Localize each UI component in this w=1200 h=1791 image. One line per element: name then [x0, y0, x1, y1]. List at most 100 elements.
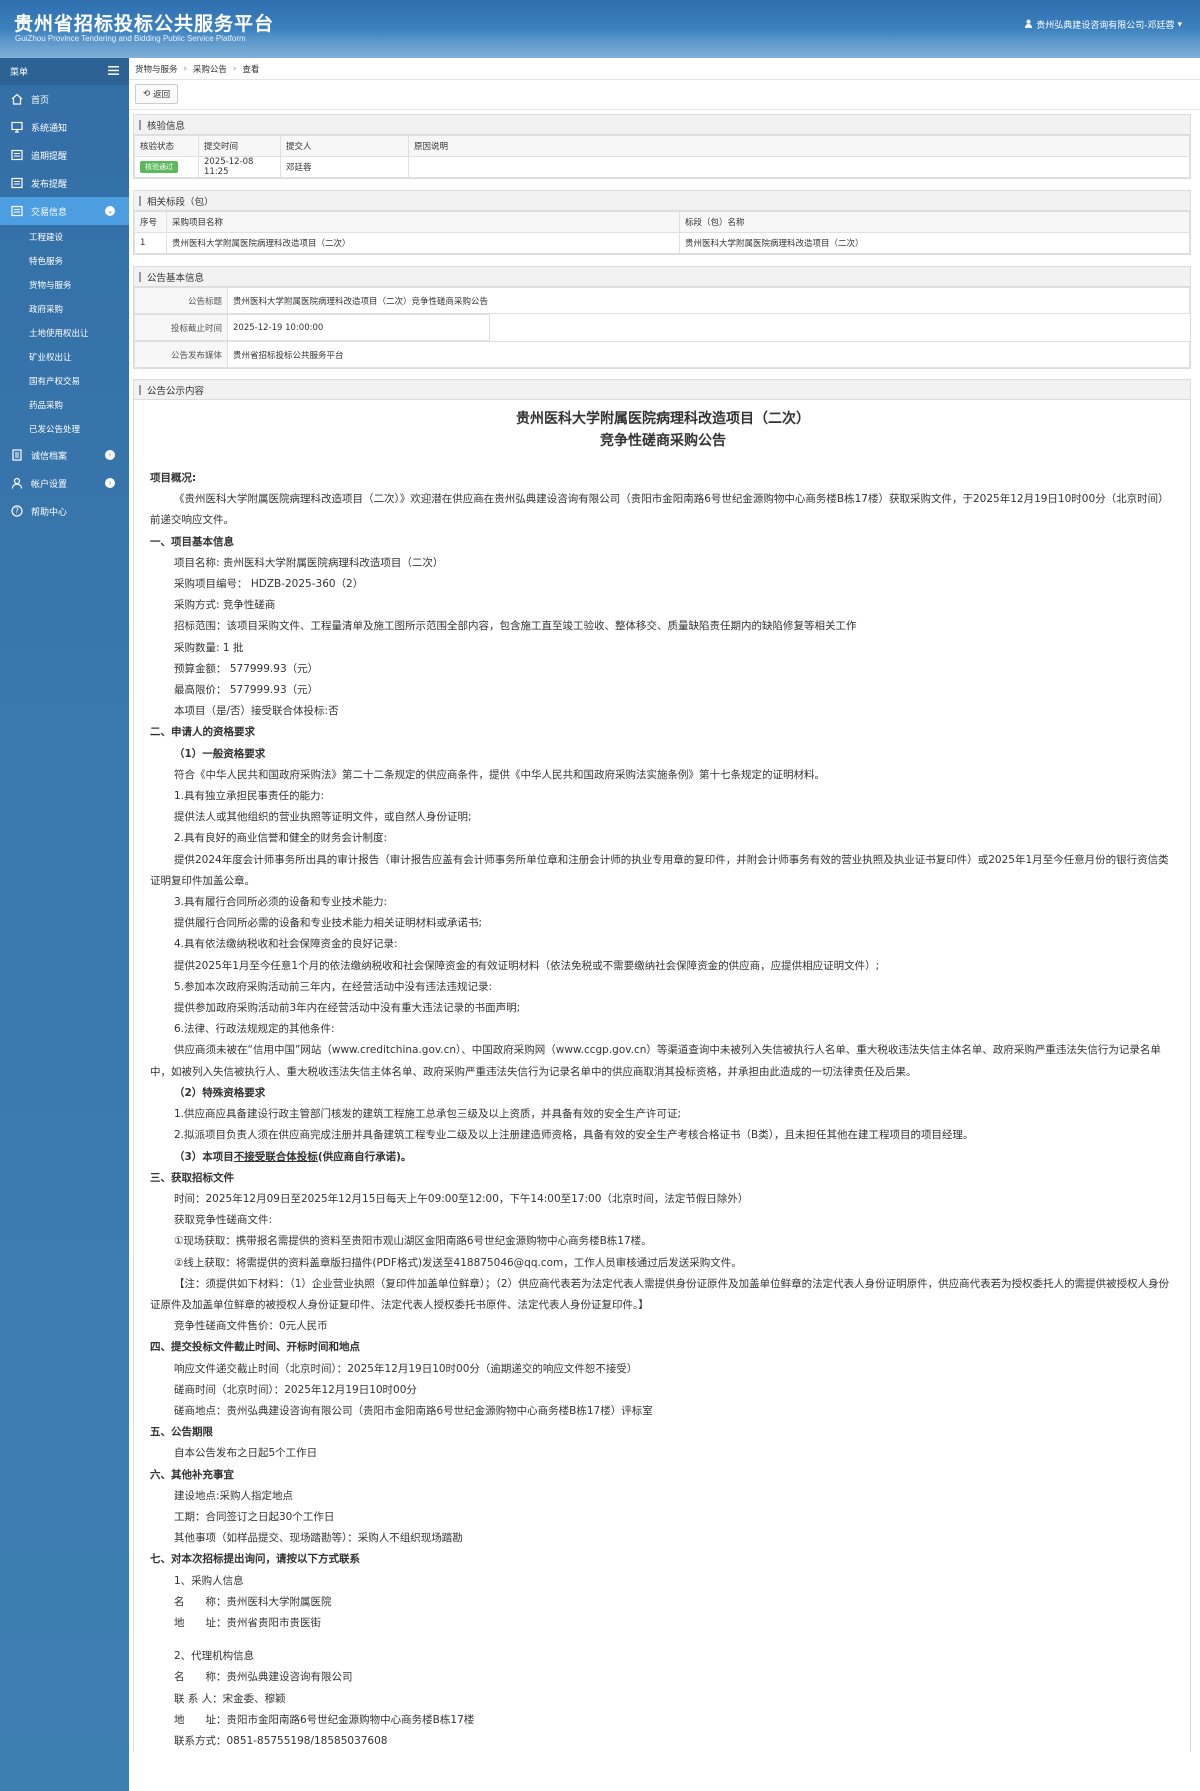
paragraph: 名 称：贵州弘典建设咨询有限公司 — [174, 1671, 353, 1684]
breadcrumb-procurement-notice[interactable]: 采购公告 — [193, 63, 227, 75]
sidebar-item-label: 帐户设置 — [31, 479, 68, 490]
column-header: 序号 — [134, 211, 167, 233]
column-header: 原因说明 — [408, 135, 1190, 157]
paragraph: 提供2024年度会计师事务所出具的审计报告（审计报告应盖有会计师事务所单位章和注… — [150, 853, 1169, 887]
sidebar-subitem-state-property[interactable]: 国有产权交易 — [0, 369, 129, 393]
sidebar-item-account-settings[interactable]: 帐户设置 › — [0, 469, 129, 497]
paragraph: ②线上获取：将需提供的资料盖章版扫描件(PDF格式)发送至418875046@q… — [174, 1256, 742, 1269]
paragraph: 2.拟派项目负责人须在供应商完成注册并具备建筑工程专业二级及以上注册建造师资格，… — [174, 1129, 974, 1142]
status-badge: 核验通过 — [140, 161, 178, 173]
site-subtitle: GuiZhou Province Tendering and Bidding P… — [15, 34, 246, 43]
section-heading: 四、提交投标文件截止时间、开标时间和地点 — [150, 1341, 360, 1354]
sidebar-subitem-special-service[interactable]: 特色服务 — [0, 249, 129, 273]
paragraph: 时间：2025年12月09日至2025年12月15日每天上午09:00至12:0… — [174, 1192, 749, 1205]
sidebar-subitem-drug-procurement[interactable]: 药品采购 — [0, 393, 129, 417]
list-icon — [10, 176, 24, 190]
sidebar-item-label: 系统通知 — [31, 123, 68, 134]
paragraph: 供应商须未被在“信用中国”网站（www.creditchina.gov.cn）、… — [150, 1044, 1161, 1078]
basic-info-table-deadline: 投标截止时间 2025-12-19 10:00:00 — [134, 314, 490, 341]
paragraph: 1、采购人信息 — [174, 1574, 244, 1587]
chevron-right-icon: › — [105, 478, 115, 488]
sidebar-subitem-published-notices[interactable]: 已发公告处理 — [0, 417, 129, 441]
sidebar-subitem-goods-services[interactable]: 货物与服务 — [0, 273, 129, 297]
info-row: 公告发布媒体 贵州省招标投标公共服务平台 — [134, 341, 1190, 368]
sections-panel-title: 相关标段（包） — [134, 191, 1190, 211]
info-row: 投标截止时间 2025-12-19 10:00:00 — [134, 314, 490, 341]
basic-info-table-media: 公告发布媒体 贵州省招标投标公共服务平台 — [134, 341, 1190, 368]
table-row: 核验通过 2025-12-08 11:25 邓廷蓉 — [134, 156, 1190, 178]
paragraph: 竞争性磋商文件售价：0元人民币 — [174, 1320, 328, 1333]
media-value: 贵州省招标投标公共服务平台 — [227, 341, 1190, 368]
paragraph: 联 系 人：宋金委、穆颖 — [174, 1692, 286, 1705]
sidebar: 菜单 首页 系统通知 追期提醒 发布提醒 交易信息 ⌄ 工程建设 特色服务 货物与… — [0, 58, 129, 1791]
paragraph: 6.法律、行政法规规定的其他条件: — [174, 1023, 335, 1036]
verify-panel-title: 核验信息 — [134, 115, 1190, 135]
submitter-cell: 邓廷蓉 — [280, 156, 409, 178]
chevron-right-icon: › — [183, 63, 187, 74]
monitor-icon — [10, 120, 24, 134]
basic-info-table: 公告标题 贵州医科大学附属医院病理科改造项目（二次）竞争性磋商采购公告 — [134, 287, 1190, 314]
section-heading: 五、公告期限 — [150, 1426, 213, 1439]
toolbar: ⟲ 返回 — [129, 80, 1200, 110]
paragraph: 磋商时间（北京时间）：2025年12月19日10时00分 — [174, 1383, 417, 1396]
sidebar-item-home[interactable]: 首页 — [0, 85, 129, 113]
sidebar-item-credit-archive[interactable]: 诚信档案 › — [0, 441, 129, 469]
sidebar-item-label: 发布提醒 — [31, 179, 68, 190]
sections-table: 序号 采购项目名称 标段（包）名称 1 贵州医科大学附属医院病理科改造项目（二次） 贵州… — [134, 211, 1190, 254]
paragraph: 最高限价： 577999.93（元） — [174, 684, 319, 697]
sidebar-subitem-land-use-right[interactable]: 土地使用权出让 — [0, 321, 129, 345]
lot-name-cell: 贵州医科大学附属医院病理科改造项目（二次） — [679, 232, 1190, 254]
paragraph: 地 址：贵州省贵阳市贵医街 — [174, 1616, 321, 1629]
status-cell: 核验通过 — [134, 156, 199, 178]
paragraph: 预算金额： 577999.93（元） — [174, 662, 319, 675]
paragraph: 2.具有良好的商业信誉和健全的财务会计制度: — [174, 832, 388, 845]
row-number-cell: 1 — [134, 232, 167, 254]
user-icon — [10, 476, 24, 490]
paragraph: 获取竞争性磋商文件: — [174, 1214, 273, 1227]
breadcrumb-goods-services[interactable]: 货物与服务 — [135, 63, 178, 75]
back-button-label: 返回 — [153, 90, 171, 100]
text-part: (供应商自行承诺)。 — [317, 1150, 412, 1163]
paragraph: 地 址：贵阳市金阳南路6号世纪金源购物中心商务楼B栋17楼 — [174, 1713, 475, 1726]
back-arrow-icon: ⟲ — [143, 89, 151, 99]
sidebar-subitem-government-procurement[interactable]: 政府采购 — [0, 297, 129, 321]
sidebar-subitem-mining-right[interactable]: 矿业权出让 — [0, 345, 129, 369]
column-header: 采购项目名称 — [166, 211, 680, 233]
sidebar-item-deadline-reminder[interactable]: 追期提醒 — [0, 141, 129, 169]
breadcrumb: 货物与服务 › 采购公告 › 查看 — [129, 58, 1200, 80]
caret-down-icon: ▾ — [1177, 19, 1182, 30]
back-button[interactable]: ⟲ 返回 — [135, 84, 179, 104]
paragraph: 提供履行合同所必需的设备和专业技术能力相关证明材料或承诺书; — [174, 917, 483, 930]
sidebar-item-label: 交易信息 — [31, 207, 68, 218]
deadline-value: 2025-12-19 10:00:00 — [227, 314, 490, 341]
info-label: 公告发布媒体 — [134, 341, 228, 368]
section-heading: 项目概况: — [150, 472, 197, 484]
user-icon — [1024, 19, 1033, 31]
sidebar-item-label: 追期提醒 — [31, 151, 68, 162]
paragraph: 磋商地点：贵州弘典建设咨询有限公司（贵阳市金阳南路6号世纪金源购物中心商务楼B栋… — [174, 1404, 653, 1417]
sidebar-subitem-engineering[interactable]: 工程建设 — [0, 225, 129, 249]
table-header-row: 核验状态 提交时间 提交人 原因说明 — [134, 135, 1190, 157]
sidebar-item-notice[interactable]: 系统通知 — [0, 113, 129, 141]
user-menu[interactable]: 贵州弘典建设咨询有限公司-邓廷蓉 ▾ — [1024, 18, 1182, 31]
info-label: 公告标题 — [134, 287, 228, 314]
sidebar-item-help-center[interactable]: ? 帮助中心 — [0, 497, 129, 525]
column-header: 提交人 — [280, 135, 409, 157]
paragraph: 《贵州医科大学附属医院病理科改造项目（二次）》欢迎潜在供应商在贵州弘典建设咨询有… — [150, 493, 1169, 527]
document-icon — [10, 448, 24, 462]
home-icon — [10, 92, 24, 106]
menu-label: 菜单 — [10, 68, 29, 78]
reason-cell — [408, 156, 1190, 178]
sidebar-item-publish-reminder[interactable]: 发布提醒 — [0, 169, 129, 197]
section-heading: 三、获取招标文件 — [150, 1171, 234, 1184]
text-part: （3）本项目 — [174, 1150, 234, 1163]
sidebar-item-trade-info[interactable]: 交易信息 ⌄ — [0, 197, 129, 225]
column-header: 标段（包）名称 — [679, 211, 1190, 233]
info-row: 公告标题 贵州医科大学附属医院病理科改造项目（二次）竞争性磋商采购公告 — [134, 287, 1190, 314]
user-name: 贵州弘典建设咨询有限公司-邓廷蓉 — [1036, 21, 1175, 31]
paragraph: 提供法人或其他组织的营业执照等证明文件，或自然人身份证明; — [174, 811, 472, 824]
hamburger-icon[interactable] — [108, 65, 119, 78]
paragraph: 4.具有依法缴纳税收和社会保障资金的良好记录: — [174, 938, 398, 951]
paragraph: 符合《中华人民共和国政府采购法》第二十二条规定的供应商条件，提供《中华人民共和国… — [174, 768, 825, 781]
basic-info-panel-title: 公告基本信息 — [134, 267, 1190, 287]
